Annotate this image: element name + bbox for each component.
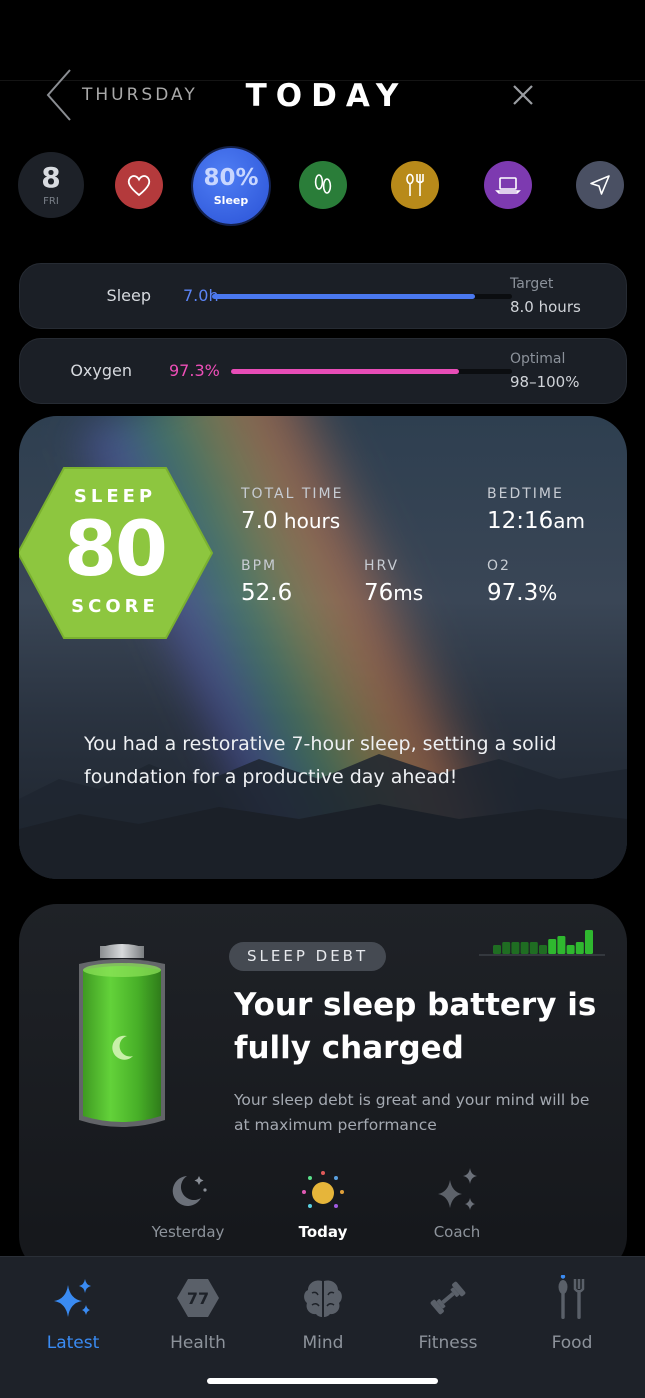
mini-chart-bar: [520, 942, 529, 954]
mini-chart-bar: [575, 942, 584, 954]
stat-label: BEDTIME: [487, 486, 564, 502]
battery-icon: [79, 944, 165, 1127]
tab-food[interactable]: Food: [510, 1269, 634, 1359]
sleep-score-value: 80: [64, 504, 168, 593]
stat-value: 7.0 hours: [241, 508, 341, 534]
tab-label: Food: [551, 1333, 593, 1353]
selector-yesterday[interactable]: Yesterday: [113, 1160, 263, 1250]
heart-icon: [127, 175, 151, 197]
tab-mind[interactable]: Mind: [261, 1269, 385, 1359]
date-number: 8: [41, 160, 61, 194]
footprints-icon: [314, 174, 332, 194]
stat-bedtime: BEDTIME 12:16am: [487, 486, 585, 534]
metric-target-value: 98–100%: [510, 373, 580, 391]
tab-latest[interactable]: Latest: [11, 1269, 135, 1359]
mini-chart-bar: [585, 930, 593, 954]
tab-health[interactable]: 77 Health: [136, 1269, 260, 1359]
stat-total-time: TOTAL TIME 7.0 hours: [241, 486, 343, 534]
date-weekday: FRI: [43, 195, 59, 207]
stat-bpm: BPM 52.6: [241, 558, 292, 606]
sparkles-icon: [438, 1168, 477, 1210]
metric-label: Oxygen: [70, 361, 132, 380]
stat-hrv: HRV 76ms: [364, 558, 423, 606]
page-title: TODAY: [245, 78, 408, 114]
score-bottom-label: SCORE: [71, 596, 159, 617]
mini-chart-bar: [548, 939, 557, 954]
stat-value: 97.3%: [487, 580, 558, 606]
close-icon[interactable]: [508, 80, 538, 110]
category-row: 8 FRI 80% Sleep: [0, 140, 645, 240]
selector-label: Yesterday: [151, 1223, 225, 1241]
sparkles-icon: [54, 1279, 91, 1317]
stat-label: TOTAL TIME: [241, 486, 344, 502]
sleep-category-button[interactable]: 80% Sleep: [193, 148, 269, 224]
tab-bar: Latest 77 Health Mind Fitness Food: [0, 1256, 645, 1398]
heart-category-button[interactable]: [115, 161, 163, 209]
metric-target-value: 8.0 hours: [510, 298, 581, 316]
selector-label: Coach: [433, 1223, 481, 1241]
tab-label: Fitness: [418, 1333, 478, 1353]
oxygen-metric-bar[interactable]: Oxygen 97.3% Optimal 98–100%: [19, 338, 627, 404]
food-category-button[interactable]: [391, 161, 439, 209]
sun-icon: [302, 1171, 344, 1208]
sleep-debt-badge: SLEEP DEBT: [229, 942, 387, 971]
mini-chart-bar: [557, 936, 566, 954]
sleep-percent: 80%: [203, 164, 259, 191]
location-category-button[interactable]: [576, 161, 624, 209]
mini-chart-bar: [539, 945, 547, 954]
tab-fitness[interactable]: Fitness: [386, 1269, 510, 1359]
sleep-score-badge: SLEEP 80 SCORE: [19, 466, 214, 640]
tab-label: Health: [170, 1333, 226, 1353]
date-button[interactable]: 8 FRI: [18, 152, 84, 218]
screen-time-category-button[interactable]: [484, 161, 532, 209]
mini-chart-bar: [502, 942, 511, 954]
stat-label: O2: [487, 558, 511, 574]
metric-label: Sleep: [106, 286, 151, 305]
metric-track: [231, 369, 512, 374]
stat-o2: O2 97.3%: [487, 558, 557, 606]
navigation-arrow-icon: [590, 175, 610, 195]
selector-today[interactable]: Today: [248, 1160, 398, 1250]
header: THURSDAY TODAY: [0, 0, 645, 140]
moon-stars-icon: [172, 1176, 207, 1206]
home-indicator[interactable]: [207, 1378, 438, 1384]
mini-chart-bar: [529, 942, 538, 954]
svg-text:77: 77: [187, 1289, 209, 1308]
sleep-score-card[interactable]: SLEEP 80 SCORE TOTAL TIME 7.0 hours BEDT…: [19, 416, 627, 879]
brain-icon: [304, 1280, 342, 1317]
selector-coach[interactable]: Coach: [382, 1160, 532, 1250]
stat-value: 12:16am: [487, 508, 586, 534]
sleep-debt-mini-chart: [479, 930, 605, 956]
sleep-metric-bar[interactable]: Sleep 7.0h Target 8.0 hours: [19, 263, 627, 329]
tab-label: Latest: [46, 1333, 100, 1353]
laptop-icon: [495, 177, 521, 194]
metric-fill: [231, 369, 459, 374]
stat-label: HRV: [364, 558, 400, 574]
selector-label: Today: [298, 1223, 348, 1241]
mini-chart-bar: [493, 945, 501, 954]
metric-value: 97.3%: [169, 361, 220, 380]
stat-value: 76ms: [364, 580, 424, 606]
sleep-debt-description: Your sleep debt is great and your mind w…: [234, 1091, 590, 1134]
activity-category-button[interactable]: [299, 161, 347, 209]
sleep-category-label: Sleep: [213, 193, 249, 207]
tab-label: Mind: [302, 1333, 344, 1353]
sleep-debt-title: Your sleep battery is fully charged: [234, 987, 597, 1066]
mini-chart-bar: [511, 942, 520, 954]
metric-fill: [212, 294, 475, 299]
stat-value: 52.6: [241, 580, 293, 606]
sleep-summary-text: You had a restorative 7-hour sleep, sett…: [84, 733, 557, 788]
stat-label: BPM: [241, 558, 278, 574]
dumbbell-icon: [430, 1281, 466, 1315]
fork-spoon-icon: [406, 173, 424, 196]
fork-spoon-icon: [558, 1275, 585, 1319]
mini-chart-bar: [566, 945, 575, 954]
hexagon-badge-icon: 77: [177, 1279, 219, 1317]
metric-track: [212, 294, 512, 299]
metric-target-label: Optimal: [510, 351, 566, 367]
metric-target-label: Target: [510, 276, 554, 292]
